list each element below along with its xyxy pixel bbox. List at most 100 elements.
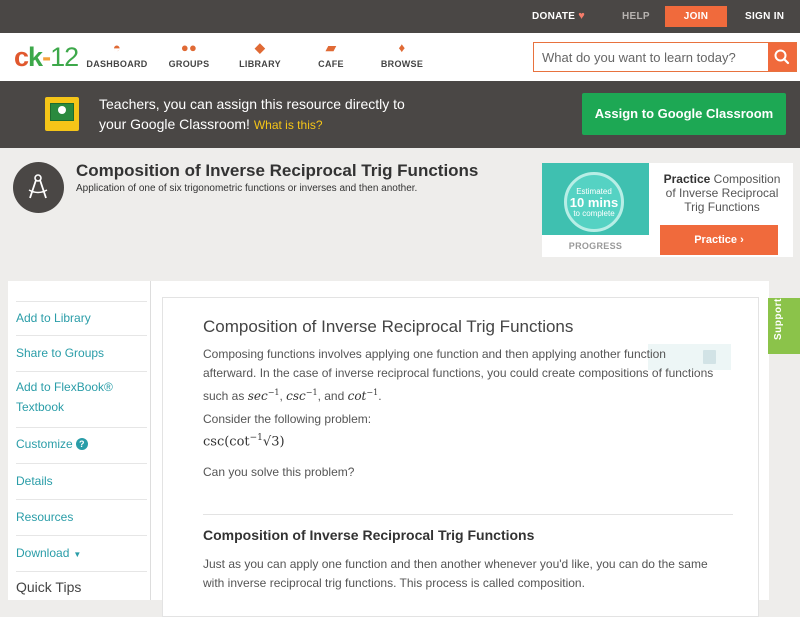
donate-label: DONATE xyxy=(532,11,576,22)
progress-label: PROGRESS xyxy=(568,241,623,251)
sidebar: Add to Library Share to Groups Add to Fl… xyxy=(8,281,151,600)
google-classroom-banner: Teachers, you can assign this resource d… xyxy=(0,81,800,148)
search-input[interactable] xyxy=(534,43,768,71)
heart-icon: ♥ xyxy=(578,10,586,22)
nav-groups-label: GROUPS xyxy=(168,59,210,69)
banner-message: Teachers, you can assign this resource d… xyxy=(99,94,405,135)
sidebar-item-details[interactable]: Details xyxy=(16,465,147,500)
section-line-1: Just as you can apply one function and t… xyxy=(203,557,708,571)
nav-dashboard[interactable]: ◓ DASHBOARD xyxy=(82,39,152,69)
browse-icon: ♦ xyxy=(398,40,406,55)
compass-icon xyxy=(28,174,48,199)
classroom-person xyxy=(58,106,66,114)
nav-library-label: LIBRARY xyxy=(239,59,281,69)
progress-widget: Estimated 10 mins to complete PROGRESS xyxy=(542,163,649,257)
customize-label: Customize xyxy=(16,437,73,451)
math-problem-fn: csc(cot xyxy=(203,434,250,450)
google-classroom-icon xyxy=(45,97,79,131)
groups-icon: ●● xyxy=(180,40,198,55)
intro-and: , and xyxy=(317,389,345,403)
help-icon[interactable]: ? xyxy=(75,438,88,450)
practice-bold-label: Practice xyxy=(663,172,711,186)
estimated-minutes: 10 mins xyxy=(569,195,619,210)
support-label: Support xyxy=(773,298,784,340)
nav-browse[interactable]: ♦ BROWSE xyxy=(367,39,437,69)
what-is-this-link[interactable]: What is this? xyxy=(254,118,323,132)
dashboard-icon: ◓ xyxy=(112,40,122,55)
join-button[interactable]: JOIN xyxy=(665,6,727,27)
ck12-logo[interactable]: ck-12 xyxy=(14,42,79,73)
sidebar-item-customize[interactable]: Customize? xyxy=(16,429,147,464)
caret-down-icon: ▼ xyxy=(73,550,82,559)
nav-browse-label: BROWSE xyxy=(380,59,424,69)
intro-line-1: Composing functions involves applying on… xyxy=(203,347,666,361)
sidebar-item-add-to-library[interactable]: Add to Library xyxy=(16,301,147,336)
intro-line-2: afterward. In the case of inverse recipr… xyxy=(203,366,714,380)
math-problem: csc(cot−1√3) xyxy=(203,433,285,449)
search-box xyxy=(533,42,797,72)
concept-icon xyxy=(13,162,64,213)
practice-description: Practice Composition of Inverse Reciproc… xyxy=(657,172,787,214)
search-icon xyxy=(774,49,790,65)
math-sec: sec xyxy=(247,389,268,403)
math-cot: cot xyxy=(347,389,367,403)
assign-to-google-classroom-button[interactable]: Assign to Google Classroom xyxy=(582,93,786,135)
library-icon: ◆ xyxy=(254,40,266,55)
logo-k: k xyxy=(28,42,43,72)
top-utility-bar: DONATE ♥ HELP JOIN SIGN IN xyxy=(0,0,800,33)
math-sec-inverse: sec−1 xyxy=(247,388,280,403)
section-line-2: with inverse reciprocal trig functions. … xyxy=(203,576,585,590)
practice-button-label: Practice xyxy=(694,234,738,246)
banner-line-2: your Google Classroom! xyxy=(99,116,250,132)
cafe-icon: ▰ xyxy=(325,40,337,55)
sidebar-item-resources[interactable]: Resources xyxy=(16,501,147,536)
section-title: Composition of Inverse Reciprocal Trig F… xyxy=(203,527,535,543)
to-complete-label: to complete xyxy=(573,209,615,218)
sidebar-item-share-to-groups[interactable]: Share to Groups xyxy=(16,337,147,372)
search-button[interactable] xyxy=(768,43,796,71)
problem-question: Can you solve this problem? xyxy=(203,465,355,479)
sidebar-item-add-to-flexbook[interactable]: Add to FlexBook® Textbook xyxy=(16,373,147,428)
math-problem-sup: −1 xyxy=(249,433,263,443)
logo-dash: - xyxy=(42,42,51,72)
section-paragraph: Just as you can apply one function and t… xyxy=(203,555,743,593)
math-problem-arg: √3) xyxy=(262,434,285,450)
main-nav: ck-12 ◓ DASHBOARD ●● GROUPS ◆ LIBRARY ▰ … xyxy=(0,33,800,81)
nav-library[interactable]: ◆ LIBRARY xyxy=(225,39,295,69)
intro-line-3: such as sec−1, csc−1, and cot−1. xyxy=(203,388,382,403)
article-title: Composition of Inverse Reciprocal Trig F… xyxy=(203,317,574,336)
nav-dashboard-label: DASHBOARD xyxy=(86,59,148,69)
concept-title: Composition of Inverse Reciprocal Trig F… xyxy=(76,161,479,180)
sidebar-item-download[interactable]: Download ▼ xyxy=(16,537,147,572)
concept-subtitle: Application of one of six trigonometric … xyxy=(76,183,418,194)
math-csc-sup: −1 xyxy=(305,388,318,397)
intro-such-as: such as xyxy=(203,389,245,403)
math-csc: csc xyxy=(286,389,306,403)
section-divider xyxy=(203,514,733,515)
nav-groups[interactable]: ●● GROUPS xyxy=(154,39,224,69)
flexbook-label-line-2: Textbook xyxy=(16,400,65,414)
banner-line-1: Teachers, you can assign this resource d… xyxy=(99,96,405,112)
problem-intro: Consider the following problem: xyxy=(203,412,372,426)
flexbook-label-line-1: Add to FlexBook® xyxy=(16,380,113,394)
logo-c: c xyxy=(14,42,29,72)
main-content: Composition of Inverse Reciprocal Trig F… xyxy=(150,281,769,617)
nav-cafe-label: CAFE xyxy=(318,59,344,69)
support-tab[interactable]: Support xyxy=(768,298,800,354)
quick-tips-heading: Quick Tips xyxy=(16,579,82,595)
math-sec-sup: −1 xyxy=(267,388,280,397)
practice-card: Estimated 10 mins to complete PROGRESS P… xyxy=(542,163,793,257)
sign-in-link[interactable]: SIGN IN xyxy=(745,0,784,33)
logo-12: 12 xyxy=(50,42,79,72)
estimated-time-badge: Estimated 10 mins to complete xyxy=(564,172,624,232)
article-card: Composition of Inverse Reciprocal Trig F… xyxy=(162,297,759,617)
donate-link[interactable]: DONATE ♥ xyxy=(532,0,585,33)
nav-cafe[interactable]: ▰ CAFE xyxy=(296,39,366,69)
help-link[interactable]: HELP xyxy=(622,0,650,33)
download-label: Download xyxy=(16,546,70,560)
intro-paragraph: Composing functions involves applying on… xyxy=(203,345,743,406)
practice-button[interactable]: Practice › xyxy=(660,225,778,255)
chevron-right-icon: › xyxy=(740,234,744,246)
math-csc-inverse: csc−1 xyxy=(286,388,318,403)
math-cot-inverse: cot−1 xyxy=(347,388,379,403)
